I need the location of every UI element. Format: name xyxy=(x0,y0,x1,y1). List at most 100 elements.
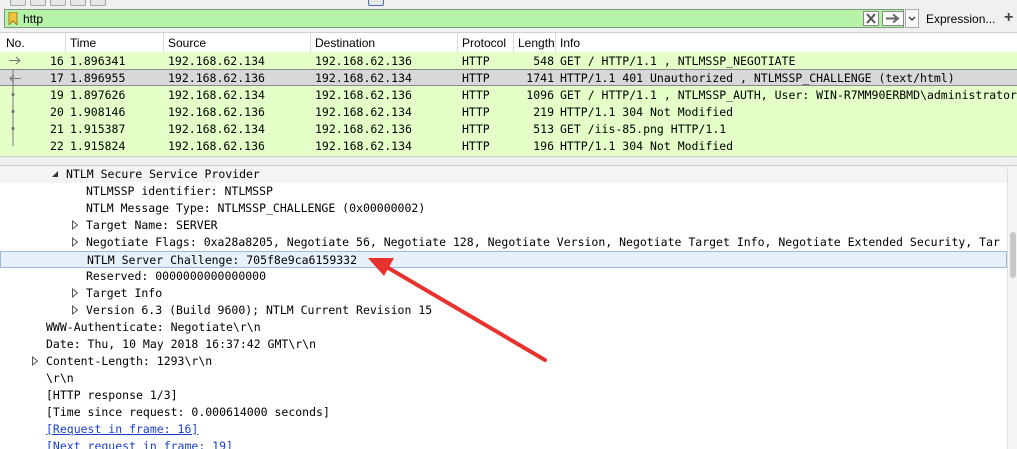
detail-row[interactable]: NTLMSSP identifier: NTLMSSP xyxy=(0,183,1007,200)
packet-time: 1.915387 xyxy=(70,122,126,136)
detail-row[interactable]: Date: Thu, 10 May 2018 16:37:42 GMT\r\n xyxy=(0,336,1007,353)
column-header-no[interactable]: No. xyxy=(6,36,25,50)
packet-source: 192.168.62.136 xyxy=(168,71,265,85)
detail-row[interactable]: [Request in frame: 16] xyxy=(0,421,1007,438)
collapsed-triangle-icon[interactable] xyxy=(70,237,80,247)
detail-row[interactable]: [Next request in frame: 19] xyxy=(0,438,1007,449)
collapsed-triangle-icon[interactable] xyxy=(70,288,80,298)
packet-destination: 192.168.62.134 xyxy=(315,71,412,85)
detail-row[interactable]: Negotiate Flags: 0xa28a8205, Negotiate 5… xyxy=(0,234,1007,251)
packet-protocol: HTTP xyxy=(462,105,490,119)
frame-link[interactable]: [Next request in frame: 19] xyxy=(46,439,233,449)
detail-text: NTLM Server Challenge: 705f8e9ca6159332 xyxy=(87,253,358,267)
column-header-protocol[interactable]: Protocol xyxy=(462,36,506,50)
apply-arrow-icon xyxy=(886,13,900,24)
packet-info: HTTP/1.1 401 Unauthorized , NTLMSSP_CHAL… xyxy=(560,71,955,85)
expression-button[interactable]: Expression... xyxy=(926,12,995,26)
chevron-down-icon xyxy=(908,16,916,21)
detail-row[interactable]: NTLM Message Type: NTLMSSP_CHALLENGE (0x… xyxy=(0,200,1007,217)
packet-list-header: No. Time Source Destination Protocol Len… xyxy=(0,33,1017,53)
column-separator[interactable] xyxy=(65,33,66,52)
frame-link[interactable]: [Request in frame: 16] xyxy=(46,422,198,436)
conversation-line-icon xyxy=(8,137,22,154)
detail-row[interactable]: Reserved: 0000000000000000 xyxy=(0,268,1007,285)
request-arrow-icon xyxy=(8,52,22,69)
packet-length: 1741 xyxy=(526,71,554,85)
detail-text: [Time since request: 0.000614000 seconds… xyxy=(46,405,330,419)
display-filter-bar: Expression... + xyxy=(0,6,1017,33)
collapsed-triangle-icon[interactable] xyxy=(70,305,80,315)
clear-filter-button[interactable] xyxy=(863,11,879,26)
line-mark-icon xyxy=(11,120,15,137)
bookmark-icon[interactable] xyxy=(8,12,18,25)
packet-protocol: HTTP xyxy=(462,139,490,153)
detail-text: Version 6.3 (Build 9600); NTLM Current R… xyxy=(86,303,433,317)
packet-time: 1.908146 xyxy=(70,105,126,119)
detail-text: [HTTP response 1/3] xyxy=(46,388,178,402)
detail-row[interactable]: \r\n xyxy=(0,370,1007,387)
packet-source: 192.168.62.136 xyxy=(168,139,265,153)
column-header-source[interactable]: Source xyxy=(168,36,206,50)
packet-row[interactable]: 16 1.896341 192.168.62.134 192.168.62.13… xyxy=(0,52,1017,69)
column-separator[interactable] xyxy=(513,33,514,52)
packet-list[interactable]: 16 1.896341 192.168.62.134 192.168.62.13… xyxy=(0,52,1017,156)
line-mark-icon xyxy=(11,86,15,103)
packet-no: 17 xyxy=(50,71,64,85)
packet-row[interactable]: 22 1.915824 192.168.62.136 192.168.62.13… xyxy=(0,137,1017,154)
packet-time: 1.897626 xyxy=(70,88,126,102)
line-mark-icon xyxy=(11,103,15,120)
detail-row[interactable]: Content-Length: 1293\r\n xyxy=(0,353,1007,370)
column-header-info[interactable]: Info xyxy=(560,36,580,50)
request-mark-icon xyxy=(9,56,21,65)
column-header-destination[interactable]: Destination xyxy=(315,36,375,50)
conversation-line-icon xyxy=(8,120,22,137)
column-header-length[interactable]: Length xyxy=(518,36,555,50)
column-separator[interactable] xyxy=(457,33,458,52)
pane-splitter[interactable] xyxy=(0,156,1017,166)
detail-text: NTLM Message Type: NTLMSSP_CHALLENGE (0x… xyxy=(86,201,426,215)
detail-text: Content-Length: 1293\r\n xyxy=(46,354,213,368)
column-separator[interactable] xyxy=(163,33,164,52)
collapsed-triangle-icon[interactable] xyxy=(30,356,40,366)
scrollbar-thumb[interactable] xyxy=(1010,232,1016,278)
packet-length: 513 xyxy=(533,122,554,136)
packet-time: 1.915824 xyxy=(70,139,126,153)
packet-source: 192.168.62.134 xyxy=(168,122,265,136)
packet-no: 16 xyxy=(50,54,64,68)
detail-row[interactable]: [HTTP response 1/3] xyxy=(0,387,1007,404)
detail-row[interactable]: [Time since request: 0.000614000 seconds… xyxy=(0,404,1007,421)
column-header-time[interactable]: Time xyxy=(70,36,96,50)
detail-row-selected[interactable]: NTLM Server Challenge: 705f8e9ca6159332 xyxy=(0,251,1007,268)
detail-text: WWW-Authenticate: Negotiate\r\n xyxy=(46,320,261,334)
packet-row-selected[interactable]: 17 1.896955 192.168.62.136 192.168.62.13… xyxy=(0,69,1017,87)
display-filter-box xyxy=(4,9,904,28)
add-filter-button[interactable]: + xyxy=(1004,9,1013,27)
packet-details-tree[interactable]: NTLM Secure Service Provider NTLMSSP iden… xyxy=(0,166,1017,449)
collapsed-triangle-icon[interactable] xyxy=(70,220,80,230)
apply-filter-button[interactable] xyxy=(882,11,904,26)
expanded-triangle-icon[interactable] xyxy=(50,169,60,179)
packet-destination: 192.168.62.134 xyxy=(315,105,412,119)
packet-row[interactable]: 20 1.908146 192.168.62.136 192.168.62.13… xyxy=(0,103,1017,120)
detail-row[interactable]: Target Info xyxy=(0,285,1007,302)
detail-row[interactable]: WWW-Authenticate: Negotiate\r\n xyxy=(0,319,1007,336)
detail-text: Date: Thu, 10 May 2018 16:37:42 GMT\r\n xyxy=(46,337,317,351)
column-separator[interactable] xyxy=(310,33,311,52)
detail-text: Negotiate Flags: 0xa28a8205, Negotiate 5… xyxy=(86,235,1000,249)
packet-destination: 192.168.62.134 xyxy=(315,139,412,153)
packet-row[interactable]: 19 1.897626 192.168.62.134 192.168.62.13… xyxy=(0,86,1017,103)
clear-x-icon xyxy=(866,13,876,24)
details-scrollbar[interactable] xyxy=(1007,166,1017,449)
detail-row[interactable]: NTLM Secure Service Provider xyxy=(0,166,1007,183)
packet-destination: 192.168.62.136 xyxy=(315,122,412,136)
packet-row[interactable]: 21 1.915387 192.168.62.134 192.168.62.13… xyxy=(0,120,1017,137)
filter-history-dropdown[interactable] xyxy=(905,9,919,28)
column-separator[interactable] xyxy=(555,33,556,52)
packet-destination: 192.168.62.136 xyxy=(315,54,412,68)
packet-protocol: HTTP xyxy=(462,88,490,102)
detail-text: \r\n xyxy=(46,371,74,385)
detail-row[interactable]: Version 6.3 (Build 9600); NTLM Current R… xyxy=(0,302,1007,319)
display-filter-input[interactable] xyxy=(23,10,843,27)
detail-row[interactable]: Target Name: SERVER xyxy=(0,217,1007,234)
packet-time: 1.896341 xyxy=(70,54,126,68)
